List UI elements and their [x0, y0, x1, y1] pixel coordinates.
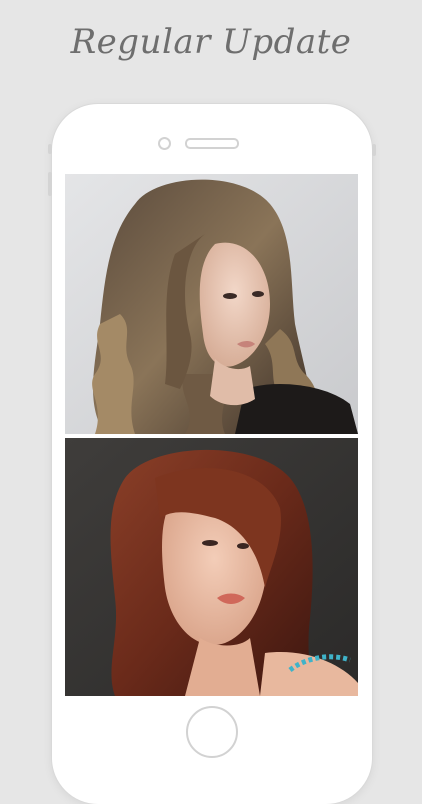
headline-title: Regular Update [70, 22, 352, 62]
front-camera-icon [158, 137, 171, 150]
phone-power-button [372, 144, 376, 156]
home-button[interactable] [186, 706, 238, 758]
phone-mockup [48, 104, 376, 804]
hairstyle-photo-curly-updo[interactable] [65, 174, 358, 434]
hairstyle-image-auburn-layers [65, 438, 358, 696]
earpiece-speaker [185, 138, 239, 149]
phone-screen [65, 174, 358, 696]
hairstyle-photo-auburn-layers[interactable] [65, 438, 358, 696]
phone-volume-button [48, 172, 52, 196]
phone-side-button [48, 144, 52, 154]
hairstyle-image-curly-updo [65, 174, 358, 434]
